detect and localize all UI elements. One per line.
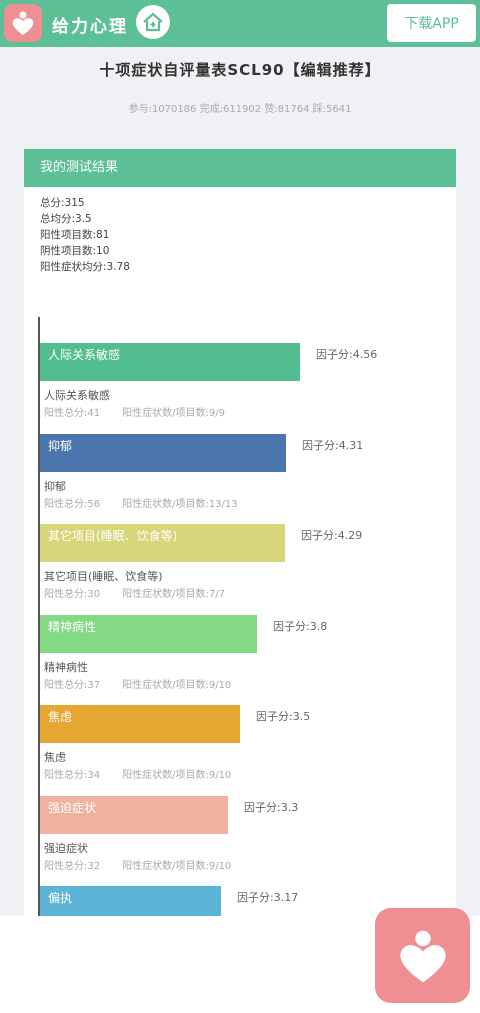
- result-summary: 总分:315 总均分:3.5 阳性项目数:81 阴性项目数:10 阳性症状均分:…: [24, 187, 456, 275]
- factor-detail: 阳性总分:34 阳性症状数/项目数:9/10: [44, 766, 253, 781]
- positive-ratio: 阳性症状数/项目数:9/10: [122, 860, 232, 872]
- positive-total: 阳性总分:41: [44, 408, 101, 419]
- factor-score-label: 因子分:4.31: [302, 438, 364, 452]
- summary-positive-count: 阳性项目数:81: [40, 229, 110, 241]
- positive-total: 阳性总分:30: [44, 589, 101, 600]
- brand-name: 给力心理: [52, 17, 128, 37]
- factor-row: 抑郁 因子分:4.31 抑郁阳性总分:56 阳性症状数/项目数:13/13: [40, 433, 456, 520]
- factor-name: 精神病性: [44, 660, 88, 674]
- factor-name: 强迫症状: [44, 841, 88, 855]
- home-icon[interactable]: [136, 5, 170, 39]
- factor-bar: 抑郁: [40, 433, 286, 472]
- factor-detail: 阳性总分:30 阳性症状数/项目数:7/7: [44, 585, 247, 600]
- download-app-button[interactable]: 下载APP: [387, 4, 476, 42]
- factor-detail: 阳性总分:32 阳性症状数/项目数:9/10: [44, 857, 253, 872]
- factor-row: 其它项目(睡眠、饮食等) 因子分:4.29 其它项目(睡眠、饮食等) 阳性总分:30 阳…: [40, 524, 456, 610]
- factor-score-label: 因子分:3.3: [244, 800, 299, 814]
- summary-negative-count: 阴性项目数:10: [40, 245, 110, 257]
- summary-total: 总分:315: [40, 197, 85, 209]
- factor-name: 抑郁: [44, 479, 66, 493]
- positive-ratio: 阳性症状数/项目数:9/10: [122, 770, 232, 781]
- factor-bar: 强迫症状: [40, 795, 228, 834]
- factor-row: 精神病性 因子分:3.8 精神病性阳性总分:37 阳性症状数/项目数:9/10: [40, 614, 456, 701]
- floating-app-icon[interactable]: [375, 908, 470, 1003]
- factor-score-label: 因子分:3.8: [273, 619, 328, 633]
- positive-total: 阳性总分:32: [44, 860, 101, 872]
- factor-detail: 阳性总分:37 阳性症状数/项目数:9/10: [44, 676, 253, 691]
- positive-total: 阳性总分:56: [44, 498, 101, 510]
- top-bar: 给力心理 下载APP: [0, 0, 480, 47]
- factor-name: 人际关系敏感: [44, 389, 110, 402]
- factor-score-label: 因子分:3.5: [256, 710, 311, 723]
- factor-bar: 焦虑: [40, 705, 240, 743]
- test-stats: 参与:1070186 完成:611902 赞:81764 踩:5641: [128, 104, 352, 115]
- result-card: 我的测试结果 总分:315 总均分:3.5 阳性项目数:81 阴性项目数:10 …: [24, 149, 456, 957]
- factor-score-label: 因子分:4.29: [301, 529, 363, 542]
- factor-row: 强迫症状 因子分:3.3 强迫症状阳性总分:32 阳性症状数/项目数:9/10: [40, 795, 456, 882]
- result-heading: 我的测试结果: [24, 149, 456, 187]
- app-logo-icon[interactable]: [4, 4, 42, 42]
- positive-ratio: 阳性症状数/项目数:9/9: [122, 408, 225, 419]
- factor-row: 人际关系敏感 因子分:4.56 人际关系敏感 阳性总分:41 阳性症状数/项目数:9/9: [40, 343, 456, 429]
- positive-ratio: 阳性症状数/项目数:7/7: [122, 589, 225, 600]
- positive-ratio: 阳性症状数/项目数:13/13: [122, 498, 238, 510]
- summary-average: 总均分:3.5: [40, 213, 92, 225]
- factor-row: 焦虑 因子分:3.5 焦虑阳性总分:34 阳性症状数/项目数:9/10: [40, 705, 456, 791]
- factor-score-label: 因子分:4.56: [316, 348, 378, 361]
- factor-bar: 精神病性: [40, 614, 257, 653]
- positive-ratio: 阳性症状数/项目数:9/10: [122, 679, 232, 691]
- factor-bar: 人际关系敏感: [40, 343, 300, 381]
- positive-total: 阳性总分:34: [44, 770, 101, 781]
- factor-name: 其它项目(睡眠、饮食等): [44, 570, 163, 583]
- factor-name: 焦虑: [44, 751, 66, 764]
- factor-score-label: 因子分:3.17: [237, 891, 299, 904]
- factor-detail: 阳性总分:56 阳性症状数/项目数:13/13: [44, 495, 260, 510]
- factor-detail: 阳性总分:41 阳性症状数/项目数:9/9: [44, 404, 247, 419]
- factor-bar: 其它项目(睡眠、饮食等): [40, 524, 285, 562]
- summary-positive-average: 阳性症状均分:3.78: [40, 261, 130, 273]
- positive-total: 阳性总分:37: [44, 679, 101, 691]
- page-title: 十项症状自评量表SCL90【编辑推荐】: [99, 61, 381, 79]
